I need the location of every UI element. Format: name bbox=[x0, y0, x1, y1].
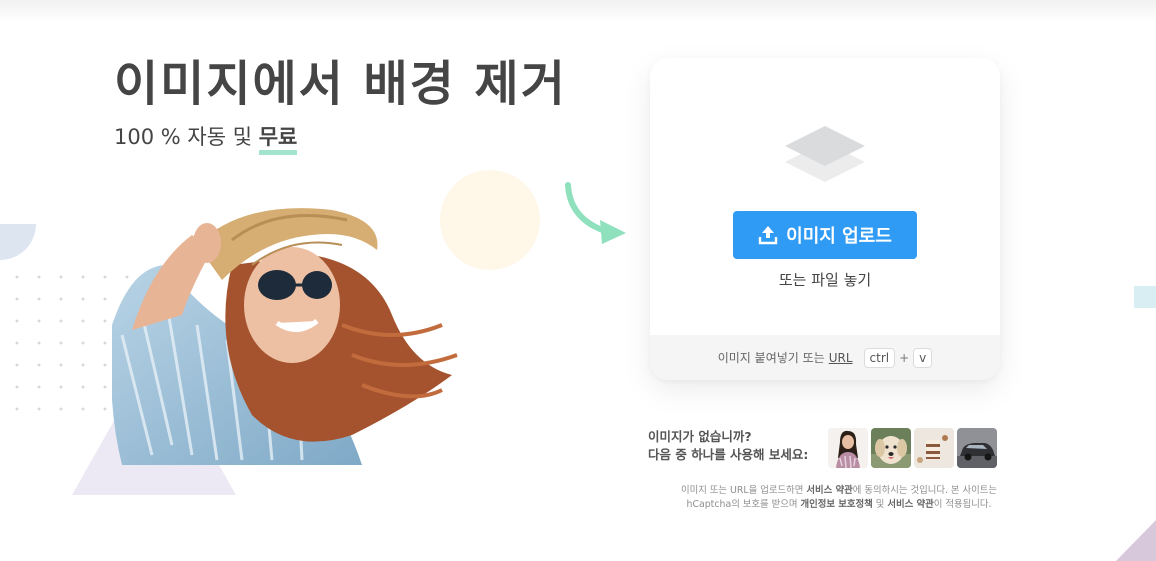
dog-thumbnail bbox=[871, 428, 911, 468]
terms-text-1: 이미지 또는 URL을 업로드하면 bbox=[680, 485, 807, 496]
page-title: 이미지에서 배경 제거 bbox=[114, 56, 567, 112]
terms-text-4: 및 bbox=[872, 499, 888, 510]
upload-button-label: 이미지 업로드 bbox=[786, 226, 892, 247]
terms-of-service-link[interactable]: 서비스 약관 bbox=[806, 485, 852, 496]
url-link[interactable]: URL bbox=[829, 351, 853, 365]
woman-thumbnail bbox=[828, 428, 868, 468]
plus-sign: + bbox=[899, 350, 910, 365]
terms-of-service-link-2[interactable]: 서비스 약관 bbox=[887, 499, 933, 510]
hero-woman-photo bbox=[112, 208, 458, 465]
subtitle-highlight: 무료 bbox=[258, 125, 298, 155]
decorative-quarter-circle bbox=[0, 224, 36, 260]
terms-text-3: hCaptcha의 보호를 받으며 bbox=[686, 499, 801, 510]
paste-bar: 이미지 붙여넣기 또는 URL ctrl + v bbox=[650, 335, 1000, 380]
terms-text-2: 에 동의하시는 것입니다. 본 사이트는 bbox=[852, 485, 998, 496]
page-subtitle: 100 % 자동 및 무료 bbox=[114, 121, 298, 155]
ctrl-key: ctrl bbox=[863, 347, 896, 368]
decorative-square bbox=[1134, 286, 1156, 308]
sample-image-car[interactable] bbox=[957, 428, 997, 468]
sample-image-cake[interactable] bbox=[914, 428, 954, 468]
upload-image-button[interactable]: 이미지 업로드 bbox=[733, 211, 917, 259]
decorative-corner-triangle bbox=[1116, 520, 1156, 561]
cake-thumbnail bbox=[914, 428, 954, 468]
upload-icon bbox=[758, 226, 778, 245]
curved-arrow-icon bbox=[565, 182, 626, 244]
car-thumbnail bbox=[957, 428, 997, 468]
paste-text: 이미지 붙여넣기 또는 bbox=[717, 351, 825, 365]
top-shadow bbox=[0, 0, 1156, 22]
privacy-policy-link[interactable]: 개인정보 보호정책 bbox=[801, 499, 873, 510]
subtitle-text: 100 % 자동 및 bbox=[114, 125, 259, 149]
v-key: v bbox=[913, 347, 933, 368]
sample-image-woman[interactable] bbox=[828, 428, 868, 468]
sample-images bbox=[828, 428, 997, 468]
layers-icon bbox=[785, 126, 865, 182]
no-image-prompt: 이미지가 없습니까? 다음 중 하나를 사용해 보세요: bbox=[648, 428, 808, 464]
sample-image-dog[interactable] bbox=[871, 428, 911, 468]
no-image-question: 이미지가 없습니까? bbox=[648, 429, 752, 444]
terms-text-5: 이 적용됩니다. bbox=[933, 499, 992, 510]
upload-card[interactable]: 이미지 업로드 또는 파일 놓기 이미지 붙여넣기 또는 URL ctrl + … bbox=[650, 58, 1000, 380]
terms-notice: 이미지 또는 URL을 업로드하면 서비스 약관에 동의하시는 것입니다. 본 … bbox=[646, 484, 1032, 512]
drop-file-text: 또는 파일 놓기 bbox=[778, 271, 872, 289]
try-one-text: 다음 중 하나를 사용해 보세요: bbox=[648, 447, 809, 462]
